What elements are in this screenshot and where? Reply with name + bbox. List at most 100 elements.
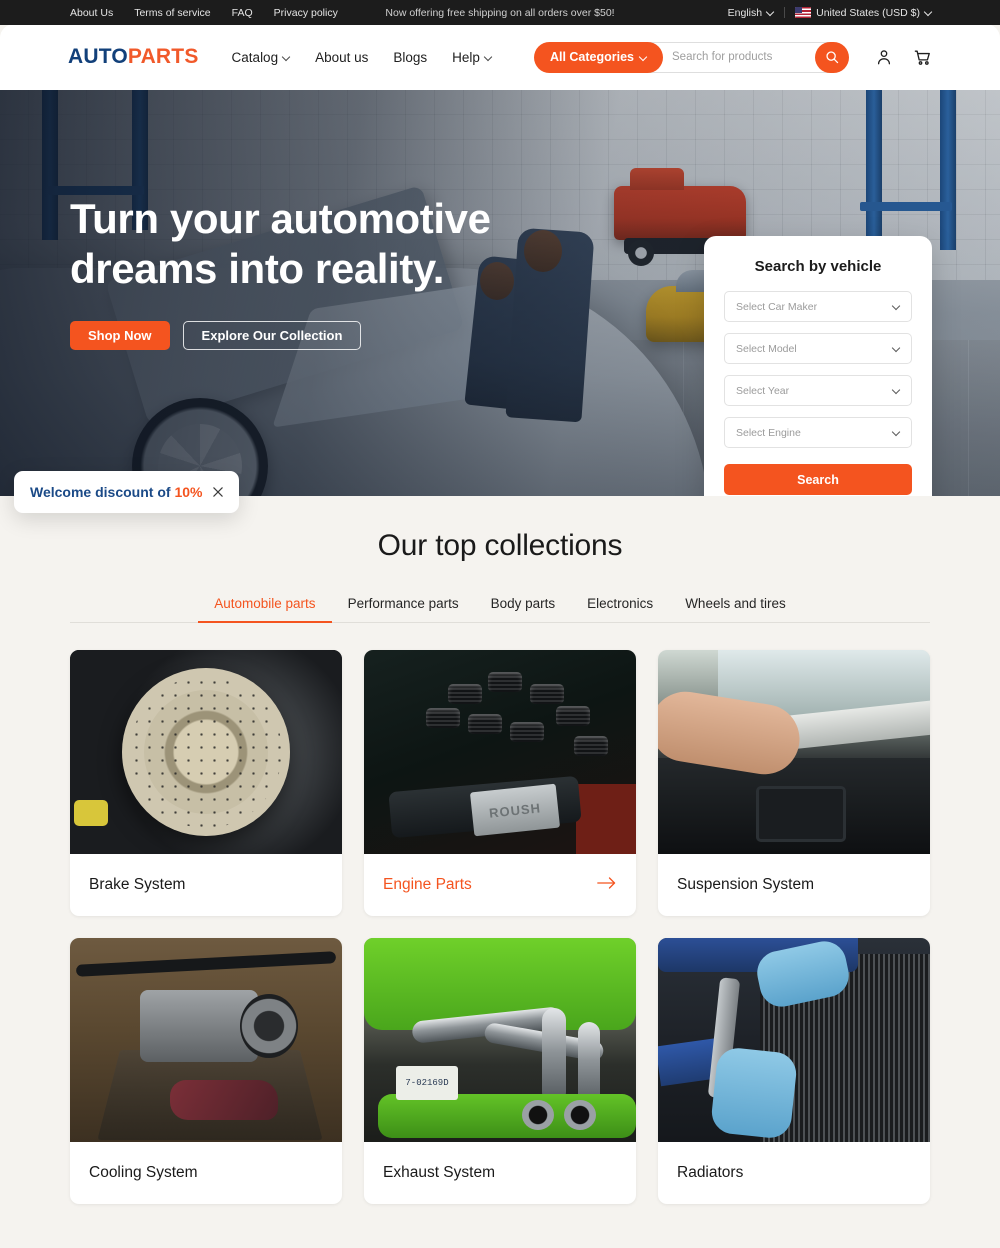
tab-performance-parts[interactable]: Performance parts — [332, 596, 475, 622]
chevron-down-icon — [893, 429, 900, 436]
toast-close-button[interactable] — [213, 486, 224, 499]
chevron-down-icon — [767, 9, 774, 16]
nav-item-blogs[interactable]: Blogs — [393, 50, 427, 65]
collection-card-suspension-system[interactable]: Suspension System — [658, 650, 930, 916]
topbar-selectors: English United States (USD $) — [728, 7, 932, 19]
collection-card-cooling-system[interactable]: Cooling System — [70, 938, 342, 1204]
collection-image-engine-parts: ROUSH — [364, 650, 636, 854]
select-model[interactable]: Select Model — [724, 333, 912, 364]
tab-electronics[interactable]: Electronics — [571, 596, 669, 622]
nav-item-help[interactable]: Help — [452, 50, 492, 65]
vehicle-search-button[interactable]: Search — [724, 464, 912, 495]
logo-text-parts: PARTS — [127, 45, 199, 68]
close-icon — [213, 486, 224, 497]
collection-card-engine-parts[interactable]: ROUSH Engine Parts — [364, 650, 636, 916]
nav-label-help: Help — [452, 49, 480, 65]
hero-title-line-2: dreams into reality. — [70, 244, 445, 292]
cart-icon — [914, 49, 930, 65]
hero-banner: Turn your automotive dreams into reality… — [0, 90, 1000, 496]
collection-title-cooling-system: Cooling System — [89, 1164, 198, 1181]
collection-title-brake-system: Brake System — [89, 876, 186, 893]
user-icon — [877, 50, 891, 65]
chevron-down-icon — [283, 54, 290, 61]
nav-label-blogs: Blogs — [393, 49, 428, 65]
topbar-link-privacy-policy[interactable]: Privacy policy — [274, 7, 338, 19]
collection-image-exhaust-system: 7-02169D — [364, 938, 636, 1142]
cart-button[interactable] — [913, 48, 932, 67]
hero-content: Turn your automotive dreams into reality… — [70, 194, 540, 351]
us-flag-icon — [795, 7, 812, 18]
collection-title-exhaust-system: Exhaust System — [383, 1164, 495, 1181]
collection-title-radiators: Radiators — [677, 1164, 744, 1181]
collection-tabs: Automobile parts Performance parts Body … — [70, 596, 930, 623]
collection-image-brake-system — [70, 650, 342, 854]
collection-card-exhaust-system[interactable]: 7-02169D Exhaust System — [364, 938, 636, 1204]
hero-buttons: Shop Now Explore Our Collection — [70, 321, 540, 351]
select-year-label: Select Year — [736, 384, 790, 397]
engine-badge: ROUSH — [469, 783, 561, 837]
collection-card-brake-system[interactable]: Brake System — [70, 650, 342, 916]
site-header: AUTOPARTS Catalog About us Blogs Help Al… — [0, 24, 1000, 90]
topbar-link-about-us[interactable]: About Us — [70, 7, 113, 19]
select-car-maker[interactable]: Select Car Maker — [724, 291, 912, 322]
collection-title-suspension-system: Suspension System — [677, 876, 814, 893]
main-navigation: Catalog About us Blogs Help — [232, 50, 492, 65]
welcome-discount-text: Welcome discount of 10% — [30, 484, 202, 500]
tab-wheels-and-tires[interactable]: Wheels and tires — [669, 596, 802, 622]
search-icon — [826, 51, 839, 64]
collection-image-radiators — [658, 938, 930, 1142]
shop-now-button[interactable]: Shop Now — [70, 321, 170, 351]
section-title: Our top collections — [377, 529, 623, 562]
logo-text-auto: AUTO — [68, 45, 128, 68]
collection-image-suspension-system — [658, 650, 930, 854]
select-engine-label: Select Engine — [736, 426, 801, 439]
topbar-link-faq[interactable]: FAQ — [232, 7, 253, 19]
search-field-wrapper — [645, 41, 831, 73]
collections-grid: Brake System ROUSH Engine Parts Suspensi… — [0, 650, 1000, 1204]
search-submit-button[interactable] — [815, 41, 849, 73]
hero-title-line-1: Turn your automotive — [70, 195, 491, 242]
language-label: English — [727, 6, 763, 19]
search-group: All Categories — [533, 41, 849, 73]
tab-automobile-parts[interactable]: Automobile parts — [198, 596, 332, 623]
chevron-down-icon — [893, 345, 900, 352]
license-plate-text: 7-02169D — [396, 1066, 458, 1100]
explore-collection-button[interactable]: Explore Our Collection — [182, 321, 362, 351]
welcome-discount-toast: Welcome discount of 10% — [14, 471, 240, 513]
chevron-down-icon — [925, 9, 932, 16]
nav-item-about-us[interactable]: About us — [315, 50, 368, 65]
nav-label-about-us: About us — [315, 49, 369, 65]
account-button[interactable] — [875, 48, 893, 66]
search-by-vehicle-card: Search by vehicle Select Car Maker Selec… — [704, 236, 932, 496]
top-collections-section: Our top collections Automobile parts Per… — [0, 496, 1000, 1204]
site-logo[interactable]: AUTOPARTS — [68, 45, 199, 69]
all-categories-button[interactable]: All Categories — [533, 41, 663, 73]
discount-percent: 10% — [174, 484, 203, 500]
top-announcement-bar: About Us Terms of service FAQ Privacy po… — [0, 0, 1000, 25]
nav-item-catalog[interactable]: Catalog — [232, 50, 291, 65]
search-by-vehicle-title: Search by vehicle — [754, 258, 882, 275]
topbar-divider — [784, 7, 786, 18]
chevron-down-icon — [485, 54, 492, 61]
discount-label: Welcome discount of — [30, 484, 175, 500]
arrow-right-icon — [597, 876, 617, 895]
all-categories-label: All Categories — [549, 50, 634, 64]
select-engine[interactable]: Select Engine — [724, 417, 912, 448]
page-root: About Us Terms of service FAQ Privacy po… — [0, 0, 1000, 1248]
language-selector[interactable]: English — [728, 7, 774, 19]
search-input[interactable] — [672, 51, 830, 63]
topbar-link-terms-of-service[interactable]: Terms of service — [134, 7, 210, 19]
header-icons — [875, 48, 932, 67]
select-year[interactable]: Select Year — [724, 375, 912, 406]
nav-label-catalog: Catalog — [231, 49, 279, 65]
chevron-down-icon — [640, 54, 647, 61]
collection-title-engine-parts: Engine Parts — [383, 876, 472, 893]
chevron-down-icon — [893, 303, 900, 310]
country-label: United States (USD $) — [816, 6, 920, 19]
hero-title: Turn your automotive dreams into reality… — [70, 194, 540, 293]
chevron-down-icon — [893, 387, 900, 394]
collection-card-radiators[interactable]: Radiators — [658, 938, 930, 1204]
tab-body-parts[interactable]: Body parts — [475, 596, 572, 622]
select-model-label: Select Model — [736, 342, 797, 355]
country-currency-selector[interactable]: United States (USD $) — [795, 7, 932, 19]
